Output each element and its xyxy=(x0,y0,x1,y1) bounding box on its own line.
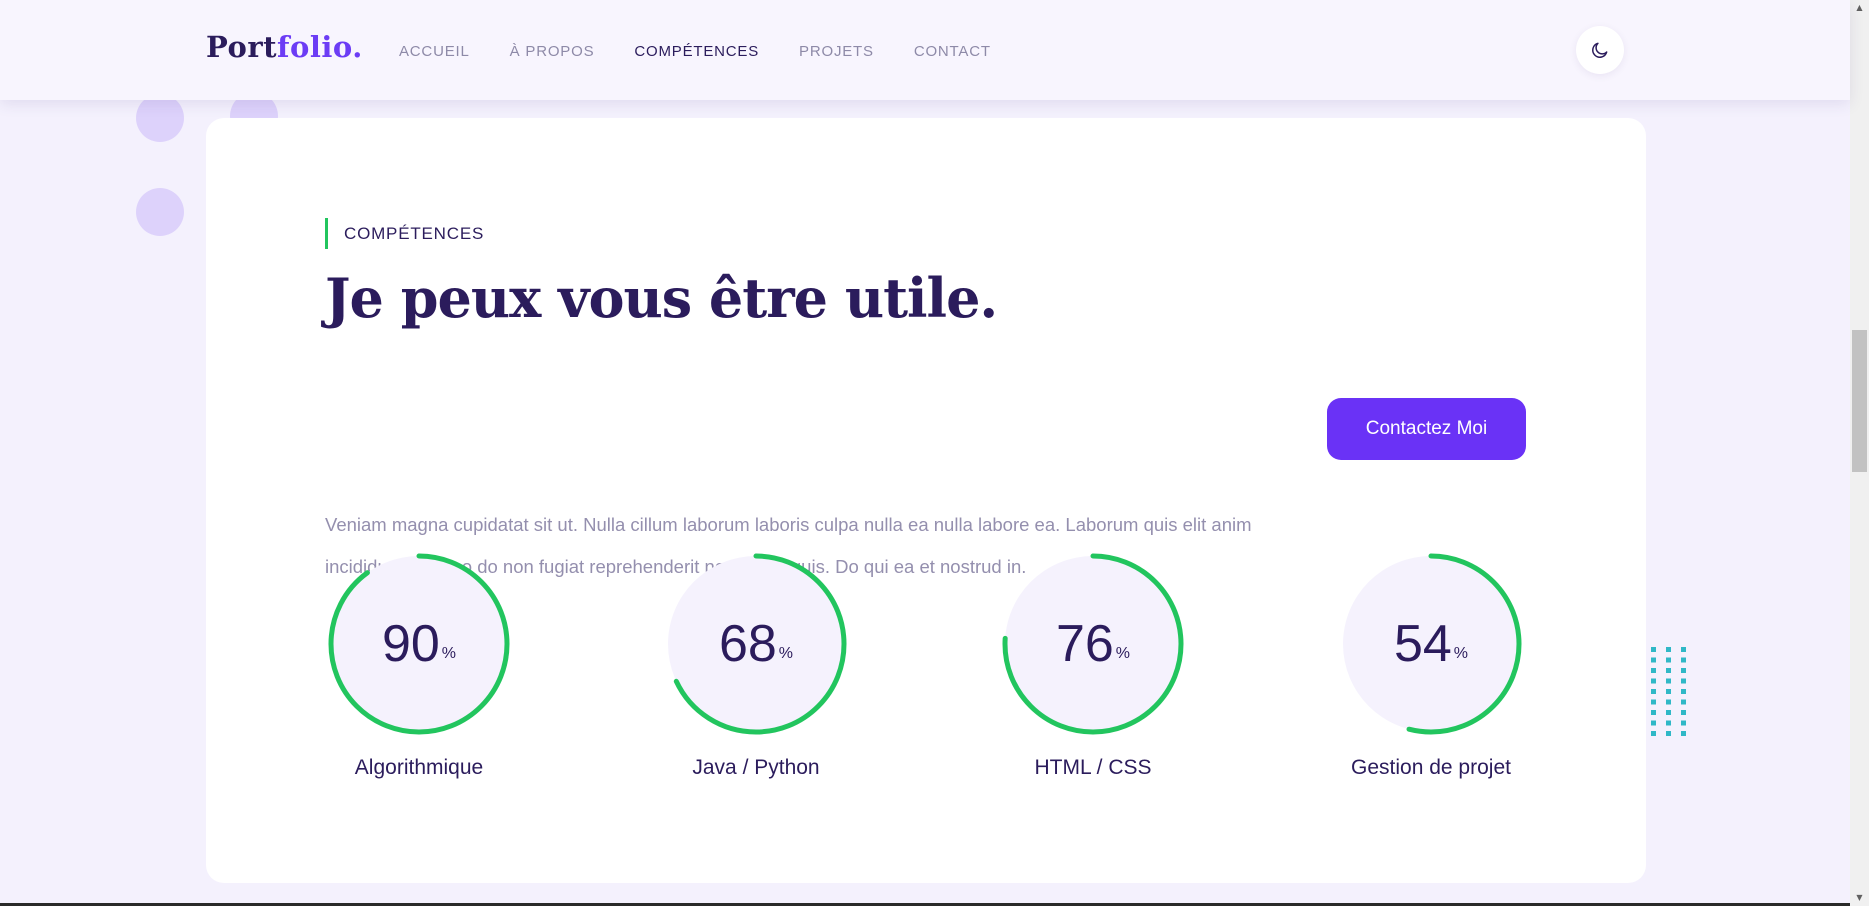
decorative-dot xyxy=(1651,678,1656,684)
decorative-dot xyxy=(1681,710,1686,715)
contact-me-button[interactable]: Contactez Moi xyxy=(1327,398,1526,460)
skill-label: HTML / CSS xyxy=(1034,756,1152,779)
scrollbar[interactable]: ▲ ▼ xyxy=(1850,0,1869,906)
nav-item-contact[interactable]: CONTACT xyxy=(914,43,991,60)
skill-percentage: 68 xyxy=(718,615,777,673)
logo[interactable]: Portfolio. xyxy=(206,30,363,64)
decorative-dot xyxy=(1666,710,1671,715)
decorative-dot xyxy=(1651,720,1656,726)
skill-label: Java / Python xyxy=(692,756,820,779)
percent-symbol: % xyxy=(441,645,457,662)
nav-item-projets[interactable]: PROJETS xyxy=(799,43,874,60)
percent-symbol: % xyxy=(1115,645,1131,662)
decorative-dot xyxy=(1681,689,1686,694)
decorative-dot xyxy=(1666,647,1671,652)
decorative-dot xyxy=(1666,657,1671,663)
section-heading: Je peux vous être utile. xyxy=(325,266,998,330)
scroll-down-arrow-icon[interactable]: ▼ xyxy=(1850,890,1869,906)
decorative-dot xyxy=(1681,731,1686,736)
logo-text: Port xyxy=(206,30,278,64)
decorative-dot xyxy=(1681,699,1686,705)
section-tag: COMPÉTENCES xyxy=(325,218,484,249)
nav-item-accueil[interactable]: ACCUEIL xyxy=(399,43,470,60)
nav-item-a-propos[interactable]: À PROPOS xyxy=(510,43,595,60)
skill-percentage: 90 xyxy=(381,615,440,673)
decorative-dot xyxy=(1651,657,1656,663)
skill-value: 54% xyxy=(1339,552,1523,736)
moon-icon xyxy=(1592,42,1608,58)
skill-item: 90% Algorithmique xyxy=(299,552,539,792)
decorative-dot xyxy=(1666,668,1671,673)
decorative-dot xyxy=(1681,657,1686,663)
main-nav: ACCUEIL À PROPOS COMPÉTENCES PROJETS CON… xyxy=(399,43,991,60)
skill-label: Gestion de projet xyxy=(1351,756,1511,779)
skill-item: 68% Java / Python xyxy=(636,552,876,792)
skill-item: 54% Gestion de projet xyxy=(1311,552,1551,792)
theme-toggle-button[interactable] xyxy=(1576,26,1624,74)
skill-value: 68% xyxy=(664,552,848,736)
skills-card: COMPÉTENCES Je peux vous être utile. Ven… xyxy=(206,118,1646,883)
decorative-dot xyxy=(1651,668,1656,673)
logo-accent-text: folio. xyxy=(277,30,363,64)
decorative-dot xyxy=(1666,689,1671,694)
skill-percentage: 54 xyxy=(1393,615,1452,673)
decorative-dot xyxy=(1666,720,1671,726)
percent-symbol: % xyxy=(1453,645,1469,662)
decorative-dot xyxy=(1651,731,1656,736)
skill-value: 76% xyxy=(1001,552,1185,736)
decorative-dot xyxy=(1651,699,1656,705)
decorative-circle xyxy=(136,94,184,142)
nav-item-competences[interactable]: COMPÉTENCES xyxy=(634,43,759,60)
decorative-dot xyxy=(1681,668,1686,673)
decorative-dot xyxy=(1681,678,1686,684)
skill-percentage: 76 xyxy=(1055,615,1114,673)
decorative-dot xyxy=(1666,699,1671,705)
decorative-dot xyxy=(1681,647,1686,652)
decorative-dot xyxy=(1651,710,1656,715)
scrollbar-thumb[interactable] xyxy=(1852,330,1867,472)
decorative-dot xyxy=(1681,720,1686,726)
decorative-dot xyxy=(1666,731,1671,736)
percent-symbol: % xyxy=(778,645,794,662)
scroll-up-arrow-icon[interactable]: ▲ xyxy=(1850,0,1869,16)
decorative-dot xyxy=(1651,689,1656,694)
skill-label: Algorithmique xyxy=(354,756,484,779)
decorative-dot xyxy=(1666,678,1671,684)
decorative-circle xyxy=(136,188,184,236)
skill-item: 76% HTML / CSS xyxy=(973,552,1213,792)
site-header: Portfolio. ACCUEIL À PROPOS COMPÉTENCES … xyxy=(0,0,1850,100)
decorative-dot xyxy=(1651,647,1656,652)
skill-value: 90% xyxy=(327,552,511,736)
decorative-dots xyxy=(1651,647,1686,736)
